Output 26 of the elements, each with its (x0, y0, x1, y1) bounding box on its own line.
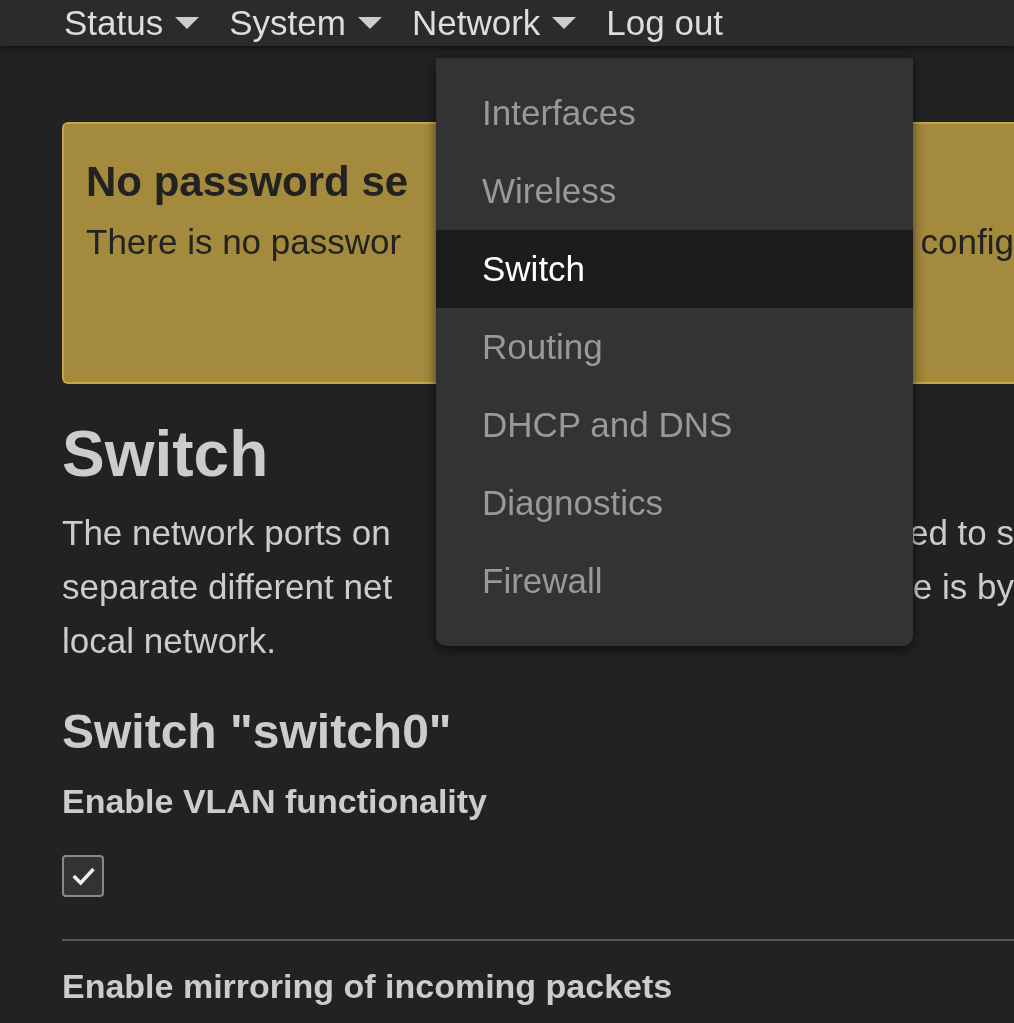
menu-item[interactable]: DHCP and DNS (436, 386, 913, 464)
description-text: e is by (912, 566, 1014, 608)
menu-item[interactable]: Firewall (436, 542, 913, 620)
menu-item[interactable]: Switch (436, 230, 913, 308)
section-title: Switch "switch0" (62, 708, 453, 756)
menu-item[interactable]: Routing (436, 308, 913, 386)
caret-icon (552, 17, 577, 29)
nav-link[interactable]: Status (64, 3, 200, 43)
nav-link[interactable]: Log out (606, 3, 724, 43)
menu-item[interactable]: Wireless (436, 152, 913, 230)
alert-text: config (920, 222, 1014, 262)
nav-link[interactable]: Network (411, 3, 577, 43)
checkbox[interactable] (62, 855, 104, 897)
description-text: separate different net (62, 566, 393, 608)
option-label: Enable VLAN functionality (62, 782, 489, 821)
option-label: Enable mirroring of incoming packets (62, 967, 674, 1006)
menu-item[interactable]: Diagnostics (436, 464, 913, 542)
description-text: The network ports on (62, 512, 391, 554)
description-text: local network. (62, 620, 276, 662)
alert-title: No password se (86, 158, 409, 206)
alert-text: There is no passwor (86, 222, 402, 262)
nav-link[interactable]: System (229, 3, 382, 43)
caret-icon (357, 17, 382, 29)
caret-icon (175, 17, 200, 29)
page-title: Switch (62, 422, 269, 486)
menu-item[interactable]: Interfaces (436, 74, 913, 152)
